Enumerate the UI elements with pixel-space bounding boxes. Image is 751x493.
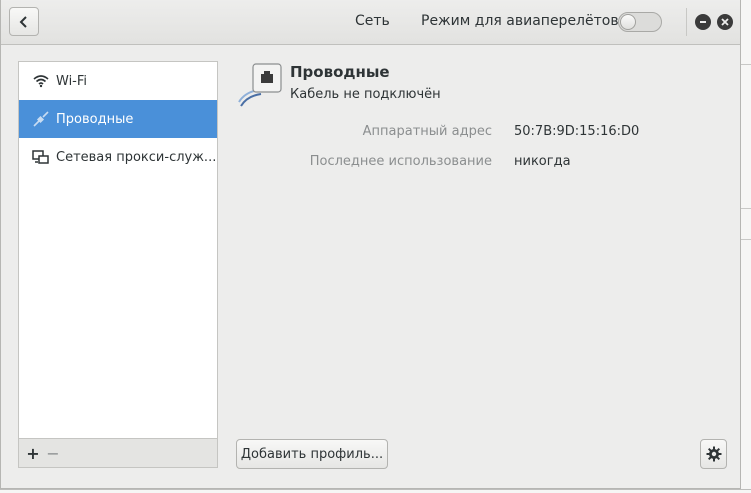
hardware-address-label: Аппаратный адрес bbox=[362, 124, 492, 139]
airplane-mode-label: Режим для авиаперелётов bbox=[421, 13, 619, 29]
page-title: Сеть bbox=[355, 13, 390, 29]
add-connection-button[interactable]: + bbox=[23, 443, 43, 463]
sidebar-item-label: Сетевая прокси-служ... bbox=[56, 149, 217, 165]
device-list-toolbar: + − bbox=[18, 438, 218, 468]
device-status: Кабель не подключён bbox=[290, 87, 441, 102]
device-settings-button[interactable] bbox=[700, 439, 727, 469]
sidebar-item-proxy[interactable]: Сетевая прокси-служ... bbox=[19, 138, 217, 176]
header-separator bbox=[686, 8, 687, 36]
gear-icon bbox=[706, 446, 721, 462]
switch-knob bbox=[620, 14, 636, 30]
sidebar-item-wired[interactable]: Проводные bbox=[19, 100, 217, 138]
close-icon bbox=[721, 18, 729, 26]
back-button[interactable] bbox=[9, 7, 39, 36]
sidebar-item-label: Wi-Fi bbox=[56, 73, 88, 89]
background-window-bottom bbox=[0, 489, 751, 493]
proxy-icon bbox=[32, 148, 50, 166]
last-used-label: Последнее использование bbox=[309, 154, 492, 169]
network-settings-window: Сеть Режим для авиаперелётов Wi-Fi Прово… bbox=[0, 0, 741, 489]
close-button[interactable] bbox=[717, 14, 733, 30]
minimize-icon bbox=[700, 21, 706, 23]
wired-device-icon bbox=[237, 62, 283, 108]
sidebar-item-label: Проводные bbox=[56, 111, 134, 127]
chevron-left-icon bbox=[19, 15, 27, 28]
sidebar-item-wifi[interactable]: Wi-Fi bbox=[19, 62, 217, 100]
device-list: Wi-Fi Проводные Сетевая прокси-служ... bbox=[18, 61, 218, 439]
airplane-mode-switch[interactable] bbox=[618, 12, 662, 32]
device-name: Проводные bbox=[290, 63, 390, 81]
last-used-value: никогда bbox=[514, 154, 571, 169]
add-profile-button[interactable]: Добавить профиль... bbox=[236, 439, 388, 469]
wifi-icon bbox=[32, 72, 50, 90]
header-bar: Сеть Режим для авиаперелётов bbox=[1, 0, 740, 45]
hardware-address-value: 50:7B:9D:15:16:D0 bbox=[514, 124, 640, 139]
remove-connection-button[interactable]: − bbox=[43, 443, 63, 463]
minimize-button[interactable] bbox=[695, 14, 711, 30]
wired-network-icon bbox=[32, 110, 50, 128]
